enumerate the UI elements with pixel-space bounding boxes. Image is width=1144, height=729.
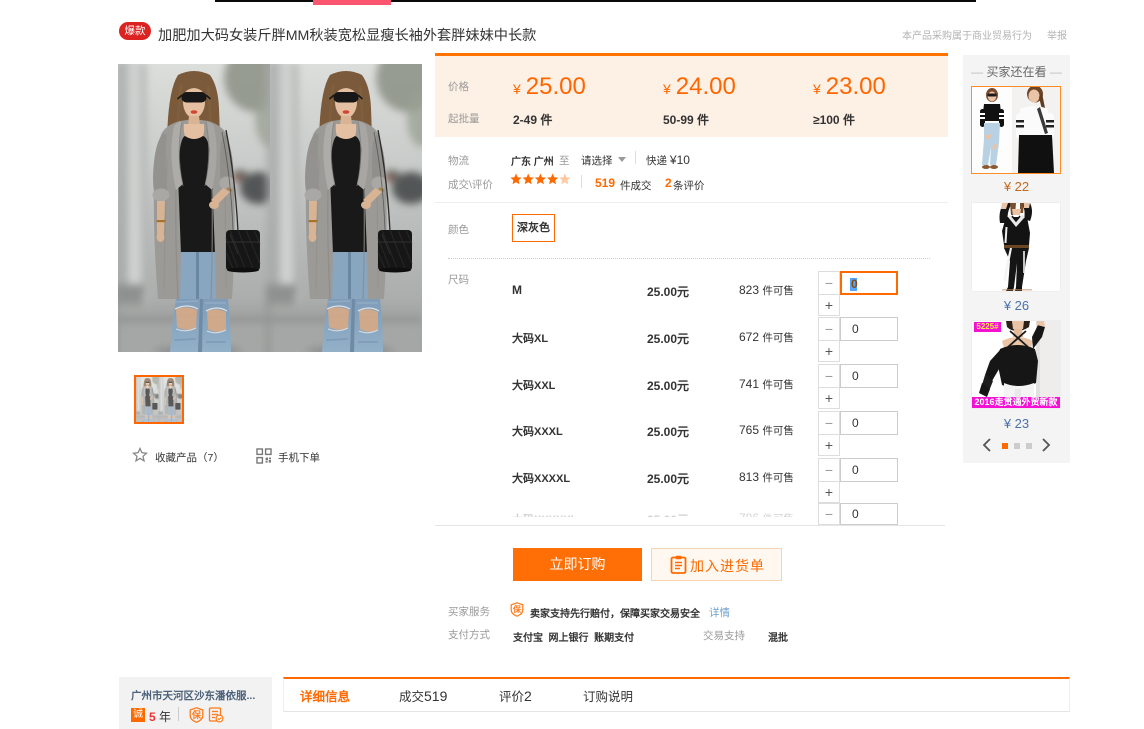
svg-text:保: 保 — [191, 709, 202, 720]
svg-text:保: 保 — [512, 604, 522, 614]
